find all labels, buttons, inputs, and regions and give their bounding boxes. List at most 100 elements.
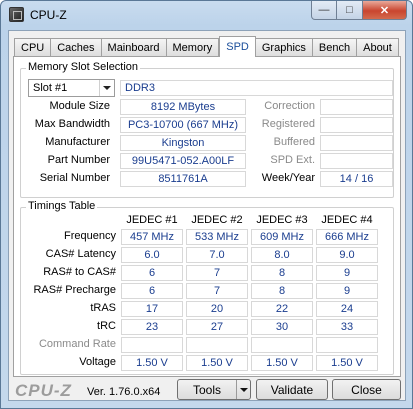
minimize-button[interactable]: — (311, 1, 337, 20)
client-area: CPU Caches Mainboard Memory SPD Graphics… (8, 30, 406, 401)
spd-ext-label: SPD Ext. (270, 154, 315, 166)
tras-label: tRAS (90, 302, 116, 314)
correction-value (320, 99, 393, 115)
tab-graphics[interactable]: Graphics (255, 38, 313, 57)
close-button[interactable]: Close (332, 379, 401, 400)
version-text: Ver. 1.76.0.x64 (87, 386, 161, 398)
timing-cell: 533 MHz (186, 229, 248, 245)
part-number-label: Part Number (47, 154, 110, 166)
registered-value (320, 117, 393, 133)
tab-mainboard[interactable]: Mainboard (101, 38, 167, 57)
window-controls: — □ ✕ (311, 1, 407, 20)
timing-cell: 22 (251, 301, 313, 317)
timing-cell: 1.50 V (186, 355, 248, 371)
timing-cell: 666 MHz (316, 229, 378, 245)
memory-slot-group-label: Memory Slot Selection (26, 61, 141, 73)
minimize-icon: — (318, 4, 330, 16)
manufacturer-label: Manufacturer (45, 136, 110, 148)
close-icon: ✕ (379, 4, 390, 17)
title-bar[interactable]: CPU-Z — □ ✕ (1, 1, 412, 29)
week-year-label: Week/Year (261, 172, 315, 184)
tab-bench[interactable]: Bench (312, 38, 358, 57)
cas-latency-label: CAS# Latency (45, 248, 116, 260)
memory-slot-group: Memory Slot Selection Slot #1 DDR3 Modul… (20, 61, 394, 198)
timing-cell: 7 (186, 265, 248, 281)
trc-label: tRC (97, 320, 116, 332)
timing-cell: 23 (121, 319, 183, 335)
chevron-down-icon[interactable] (99, 80, 114, 96)
timing-cell (121, 337, 183, 353)
serial-number-label: Serial Number (39, 172, 110, 184)
spd-ext-value (320, 153, 393, 169)
max-bandwidth-value: PC3-10700 (667 MHz) (120, 117, 246, 133)
cpuz-logo: CPU-Z (15, 381, 72, 400)
tab-cpu[interactable]: CPU (14, 38, 52, 57)
voltage-label: Voltage (79, 356, 116, 368)
buffered-value (320, 135, 393, 151)
validate-button[interactable]: Validate (256, 379, 328, 400)
timing-cell: 33 (316, 319, 378, 335)
timing-cell: 6.0 (121, 247, 183, 263)
timing-cell: 9 (316, 283, 378, 299)
column-header: JEDEC #1 (126, 214, 178, 226)
registered-label: Registered (261, 118, 315, 130)
timing-cell: 6 (121, 283, 183, 299)
tab-strip: CPU Caches Mainboard Memory SPD Graphics… (14, 36, 399, 57)
column-header: JEDEC #3 (256, 214, 308, 226)
footer-bar: CPU-Z Ver. 1.76.0.x64 Tools Validate Clo… (9, 377, 405, 402)
tools-button-label: Tools (192, 382, 221, 397)
ras-precharge-label: RAS# Precharge (33, 284, 116, 296)
timing-cell: 1.50 V (316, 355, 378, 371)
timing-cell: 20 (186, 301, 248, 317)
timing-cell: 27 (186, 319, 248, 335)
timing-cell: 457 MHz (121, 229, 183, 245)
timing-cell: 1.50 V (251, 355, 313, 371)
slot-select[interactable]: Slot #1 (28, 79, 115, 97)
serial-number-value: 8511761A (120, 171, 246, 187)
tab-spd[interactable]: SPD (219, 36, 256, 57)
timings-group: Timings Table JEDEC #1 JEDEC #2 JEDEC #3… (20, 200, 394, 375)
spd-panel: Memory Slot Selection Slot #1 DDR3 Modul… (13, 56, 401, 377)
timing-cell (186, 337, 248, 353)
cpuz-window: CPU-Z — □ ✕ CPU Caches Mainboard Memory … (0, 0, 413, 409)
buffered-label: Buffered (273, 136, 315, 148)
column-header: JEDEC #2 (191, 214, 243, 226)
timing-cell: 1.50 V (121, 355, 183, 371)
chevron-down-icon[interactable] (236, 380, 250, 399)
timing-cell: 9.0 (316, 247, 378, 263)
tools-button[interactable]: Tools (177, 379, 251, 400)
window-title: CPU-Z (30, 8, 67, 22)
timing-cell: 8.0 (251, 247, 313, 263)
module-size-label: Module Size (49, 100, 110, 112)
week-year-value: 14 / 16 (320, 171, 393, 187)
command-rate-label: Command Rate (38, 338, 116, 350)
memory-type-field: DDR3 (120, 80, 393, 96)
timing-cell: 17 (121, 301, 183, 317)
timing-cell: 8 (251, 283, 313, 299)
timing-cell: 7.0 (186, 247, 248, 263)
timing-cell: 609 MHz (251, 229, 313, 245)
timing-cell: 6 (121, 265, 183, 281)
timing-cell: 8 (251, 265, 313, 281)
max-bandwidth-label: Max Bandwidth (34, 118, 110, 130)
timing-cell (316, 337, 378, 353)
timings-group-label: Timings Table (26, 200, 98, 212)
column-header: JEDEC #4 (321, 214, 373, 226)
timing-cell: 24 (316, 301, 378, 317)
manufacturer-value: Kingston (120, 135, 246, 151)
app-icon (9, 7, 24, 22)
correction-label: Correction (264, 100, 315, 112)
ras-to-cas-label: RAS# to CAS# (43, 266, 116, 278)
timing-cell: 9 (316, 265, 378, 281)
module-size-value: 8192 MBytes (120, 99, 246, 115)
tab-memory[interactable]: Memory (166, 38, 220, 57)
close-window-button[interactable]: ✕ (363, 1, 407, 20)
timing-cell (251, 337, 313, 353)
tab-caches[interactable]: Caches (51, 38, 102, 57)
slot-select-value: Slot #1 (33, 82, 68, 94)
timing-cell: 7 (186, 283, 248, 299)
frequency-label: Frequency (64, 230, 116, 242)
maximize-button[interactable]: □ (337, 1, 363, 20)
tab-about[interactable]: About (357, 38, 399, 57)
part-number-value: 99U5471-052.A00LF (120, 153, 246, 169)
